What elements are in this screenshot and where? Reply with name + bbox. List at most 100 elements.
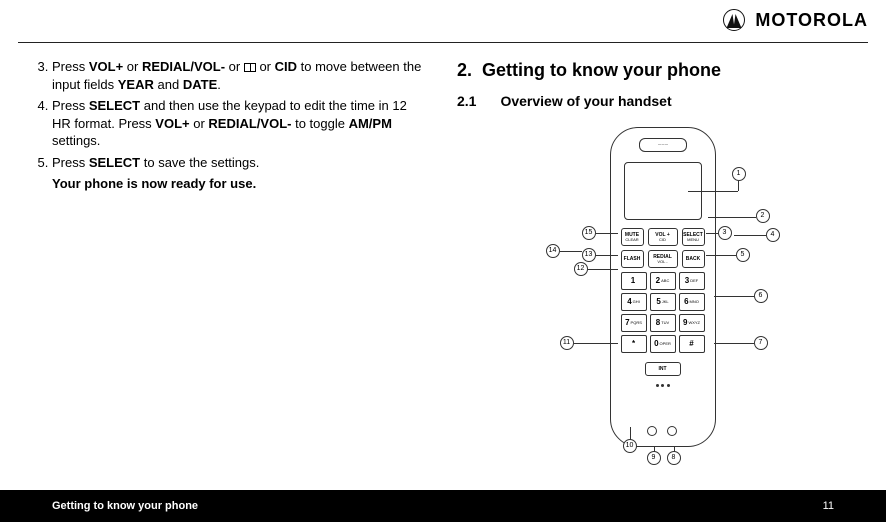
callout-9: 9 — [647, 451, 661, 465]
key-1: 1 — [621, 272, 647, 290]
keylbl: PQRS — [631, 320, 642, 325]
key-7: 7PQRS — [621, 314, 647, 332]
vol-up-button: VOL + CID — [648, 228, 678, 246]
lead-line — [738, 181, 739, 191]
text: CID — [275, 59, 297, 74]
text: or — [256, 59, 275, 74]
brand-name: MOTOROLA — [755, 10, 868, 31]
keylbl: TUV — [661, 320, 669, 325]
keynum: 1 — [631, 276, 635, 287]
text: AM/PM — [349, 116, 392, 131]
page-footer: Getting to know your phone 11 — [0, 490, 886, 522]
callout-2: 2 — [756, 209, 770, 223]
callout-11: 11 — [560, 336, 574, 350]
keynum: 0 — [654, 339, 658, 350]
callout-14: 14 — [546, 244, 560, 258]
label: VOL - — [657, 260, 667, 264]
section-name: Getting to know your phone — [482, 60, 721, 80]
right-column: 2. Getting to know your phone 2.1 Overvi… — [457, 58, 868, 454]
keynum: 5 — [656, 297, 660, 308]
text: to save the settings. — [140, 155, 259, 170]
keynum: # — [689, 339, 693, 350]
list-item: Press SELECT and then use the keypad to … — [52, 97, 429, 150]
keylbl: OPER — [660, 341, 671, 346]
callout-1: 1 — [732, 167, 746, 181]
key-4: 4GHI — [621, 293, 647, 311]
callout-6: 6 — [754, 289, 768, 303]
label: MENU — [687, 238, 699, 242]
subsection-title: 2.1 Overview of your handset — [457, 92, 868, 111]
keynum: 6 — [684, 297, 688, 308]
page-number: 11 — [823, 500, 834, 512]
text: REDIAL/VOL- — [208, 116, 291, 131]
lead-line — [574, 343, 618, 344]
earpiece — [639, 138, 687, 152]
list-item: Press VOL+ or REDIAL/VOL- or or CID to m… — [52, 58, 429, 93]
handset-outline: MUTE CLEAR VOL + CID SELECT MENU — [610, 127, 716, 447]
key-0: 0OPER — [650, 335, 676, 353]
lead-line — [734, 235, 766, 236]
keynum: 8 — [656, 318, 660, 329]
key-hash: # — [679, 335, 705, 353]
text: SELECT — [89, 98, 140, 113]
function-row-1: MUTE CLEAR VOL + CID SELECT MENU — [621, 228, 705, 246]
lead-line — [708, 217, 756, 218]
mute-clear-button: MUTE CLEAR — [621, 228, 644, 246]
motorola-logo-icon — [723, 9, 745, 31]
callout-4: 4 — [766, 228, 780, 242]
text: VOL+ — [89, 59, 123, 74]
left-column: Press VOL+ or REDIAL/VOL- or or CID to m… — [18, 58, 429, 454]
text: settings. — [52, 133, 100, 148]
label: BACK — [686, 257, 700, 262]
function-row-2: FLASH REDIAL VOL - BACK — [621, 250, 705, 268]
key-5: 5JKL — [650, 293, 676, 311]
keylbl: ABC — [661, 278, 669, 283]
text: REDIAL/VOL- — [142, 59, 225, 74]
keynum: * — [632, 339, 635, 350]
lead-line — [714, 343, 754, 344]
text: VOL+ — [155, 116, 189, 131]
lead-line — [560, 251, 582, 252]
text: Press — [52, 155, 89, 170]
keylbl: GHI — [633, 299, 640, 304]
text: DATE — [183, 77, 217, 92]
key-8: 8TUV — [650, 314, 676, 332]
lead-line — [706, 255, 736, 256]
select-menu-button: SELECT MENU — [682, 228, 705, 246]
lead-line — [714, 296, 754, 297]
lead-line — [596, 255, 618, 256]
list-item: Press SELECT to save the settings. — [52, 154, 429, 172]
callout-12: 12 — [574, 262, 588, 276]
keylbl: JKL — [662, 299, 669, 304]
key-star: * — [621, 335, 647, 353]
text: SELECT — [89, 155, 140, 170]
keypad: 1 2ABC 3DEF 4GHI 5JKL 6MNO 7PQRS 8TUV 9W… — [621, 272, 705, 353]
text: and — [154, 77, 183, 92]
microphone-dots — [656, 384, 670, 387]
int-button: INT — [645, 362, 681, 376]
callout-5: 5 — [736, 248, 750, 262]
text: Press — [52, 98, 89, 113]
key-6: 6MNO — [679, 293, 705, 311]
keylbl: DEF — [690, 278, 698, 283]
text: to toggle — [291, 116, 348, 131]
callout-7: 7 — [754, 336, 768, 350]
header-rule — [18, 42, 868, 43]
keylbl: MNO — [690, 299, 699, 304]
keynum: 2 — [656, 276, 660, 287]
subsection-name: Overview of your handset — [500, 92, 671, 111]
callout-3: 3 — [718, 226, 732, 240]
key-2: 2ABC — [650, 272, 676, 290]
label: CID — [659, 238, 666, 242]
section-number: 2. — [457, 60, 472, 80]
keynum: 7 — [625, 318, 629, 329]
flash-button: FLASH — [621, 250, 644, 268]
keylbl: WXYZ — [688, 320, 700, 325]
label: FLASH — [624, 257, 641, 262]
text: or — [225, 59, 244, 74]
text: . — [217, 77, 221, 92]
label: CLEAR — [625, 238, 638, 242]
keynum: 4 — [627, 297, 631, 308]
lead-line — [596, 233, 618, 234]
key-3: 3DEF — [679, 272, 705, 290]
